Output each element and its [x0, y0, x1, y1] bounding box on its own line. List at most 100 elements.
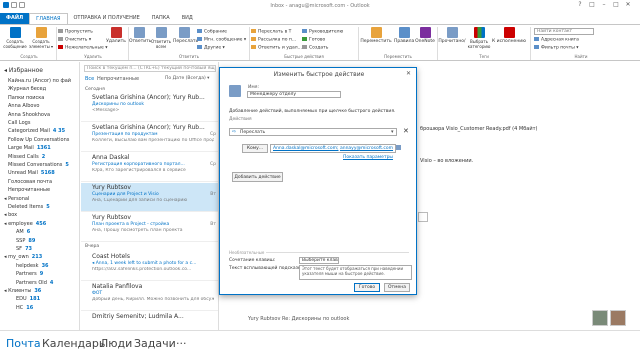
maximize-button[interactable]: □ — [610, 1, 622, 11]
group-header-yesterday[interactable]: Вчера — [85, 244, 99, 249]
quickstep-create[interactable]: Создать — [302, 45, 328, 52]
meeting-button[interactable]: Собрание — [197, 29, 227, 36]
folder-item[interactable]: Unread Mail 5168 — [8, 170, 55, 176]
name-input[interactable]: Менеджеру отделу — [247, 91, 341, 98]
folder-item[interactable]: Partners Old 4 — [16, 280, 53, 286]
folder-item[interactable]: Partners 9 — [16, 271, 43, 277]
search-input[interactable]: Поиск в текущем п... (CTRL+Е) текущий по… — [84, 65, 216, 72]
folder-item[interactable]: Кайна.ru (Ancor) по фай — [8, 78, 71, 84]
remove-action-icon[interactable]: ✕ — [403, 127, 409, 135]
filter-all[interactable]: Все — [85, 76, 94, 82]
folder-item[interactable]: ◂ box — [4, 212, 17, 218]
new-email-button[interactable]: Создать сообщение — [2, 27, 28, 49]
message-item[interactable]: Svetlana Grishina (Ancor); Yury Rub... Пр… — [81, 123, 218, 152]
folder-item[interactable]: Call Logs — [8, 120, 30, 126]
message-item[interactable]: Dmitriy Semenitv; Ludmila A... — [81, 312, 218, 330]
tab-home[interactable]: ГЛАВНАЯ — [29, 13, 68, 24]
cancel-button[interactable]: Отмена — [384, 283, 410, 292]
message-item[interactable]: Yury Rubtsov Сценарии для Project и Visio… — [81, 183, 218, 212]
save-button[interactable]: Готово — [354, 283, 380, 292]
folder-item[interactable]: Anna Albovo — [8, 103, 39, 109]
folder-item[interactable]: AM 6 — [16, 229, 30, 235]
folder-item[interactable]: ◂ Клиенты 36 — [4, 288, 41, 294]
to-button[interactable]: Кому... — [242, 144, 268, 153]
message-item[interactable]: Coast Hotels ◂ Anna, 1 week left to submi… — [81, 252, 218, 281]
show-options-link[interactable]: Показать параметры — [343, 155, 393, 160]
tab-folder[interactable]: ПАПКА — [146, 13, 176, 24]
tooltip-textarea[interactable]: Этот текст будет отображаться при наведе… — [299, 265, 412, 280]
junk-button[interactable]: Нежелательные ▾ — [58, 45, 107, 52]
message-item[interactable]: Yury Rubtsov План проекта в Project - стр… — [81, 213, 218, 242]
attachment-name[interactable]: брошюра Visio_Customer Ready.pdf (4 Мбай… — [420, 126, 537, 132]
folder-item[interactable]: Голосовая почта — [8, 179, 52, 185]
unread-read-button[interactable]: Прочитано/ — [438, 27, 466, 44]
new-items-button[interactable]: Создать элементы ▾ — [28, 27, 54, 49]
shortcut-select[interactable]: Выберите клавиши — [299, 257, 339, 264]
tab-file[interactable]: ФАЙЛ — [0, 13, 30, 24]
nav-more[interactable]: ··· — [176, 337, 187, 350]
folder-item[interactable]: ◂ my_own 213 — [4, 254, 42, 260]
followup-button[interactable]: К исполнению — [492, 27, 526, 44]
folder-item[interactable]: SSP 89 — [16, 238, 35, 244]
delete-button[interactable]: Удалить — [106, 27, 126, 44]
folder-item[interactable]: Журнал бесед — [8, 86, 46, 92]
folder-item[interactable]: helpdesk 36 — [16, 263, 49, 269]
chevron-down-icon[interactable]: ▾ — [391, 129, 394, 135]
filter-unread[interactable]: Непрочитанные — [97, 76, 139, 82]
nav-mail[interactable]: Почта — [6, 337, 41, 350]
ribbon-display-icon[interactable]: □ — [586, 1, 598, 11]
group-header-today[interactable]: Сегодня — [85, 87, 105, 92]
tab-send-receive[interactable]: ОТПРАВКА И ПОЛУЧЕНИЕ — [68, 13, 146, 24]
folder-item[interactable]: Anna Shookhova — [8, 112, 50, 118]
folder-item[interactable]: ◂ Personal — [4, 196, 29, 202]
reply-button[interactable]: Ответить — [129, 27, 151, 44]
message-item[interactable]: Natalia Panfilova ФОТ Добрый день, Кирилл.… — [81, 282, 218, 311]
nav-people[interactable]: Люди — [100, 337, 132, 350]
quickstep-done[interactable]: Готово — [302, 37, 325, 44]
close-icon[interactable]: ✕ — [406, 70, 411, 77]
folder-item[interactable]: Large Mail 1361 — [8, 145, 51, 151]
folder-item[interactable]: HC 16 — [16, 305, 33, 311]
add-action-button[interactable]: Добавить действие — [232, 172, 283, 182]
help-icon[interactable]: ? — [574, 1, 586, 11]
quickstep-mailing[interactable]: Рассылка по п... — [251, 37, 296, 44]
im-button[interactable]: Мгн. сообщение ▾ — [197, 37, 246, 44]
message-item[interactable]: Anna Daskal Регистрация корпоративного по… — [81, 153, 218, 182]
favorites-header[interactable]: ◂ Избранное — [4, 68, 43, 74]
minimize-button[interactable]: – — [598, 1, 610, 11]
more-respond-button[interactable]: Другие ▾ — [197, 45, 225, 52]
folder-item[interactable]: Missed Calls 2 — [8, 154, 45, 160]
checkbox[interactable] — [418, 212, 428, 222]
folder-item[interactable]: Categorized Mail 4 35 — [8, 128, 65, 134]
folder-item[interactable]: EDU 181 — [16, 296, 40, 302]
action-select[interactable]: Переслать — [229, 128, 397, 136]
ignore-button[interactable]: Пропустить — [58, 29, 93, 36]
forward-button[interactable]: Переслать — [173, 27, 198, 44]
sort-dropdown[interactable]: По Дате (Всегда) ▾ — [165, 76, 209, 81]
nav-calendar[interactable]: Календарь — [42, 337, 105, 350]
folder-item[interactable]: Непрочитанные — [8, 187, 50, 193]
close-button[interactable]: ✕ — [622, 1, 634, 11]
quickstep-forward[interactable]: Переслать в Т — [251, 29, 291, 36]
cleanup-button[interactable]: Очистить ▾ — [58, 37, 91, 44]
address-book-icon[interactable] — [396, 145, 401, 150]
onenote-button[interactable]: OneNote — [414, 27, 436, 44]
tab-view[interactable]: ВИД — [176, 13, 199, 24]
rules-button[interactable]: Правила — [394, 27, 414, 44]
folder-item[interactable]: SF 73 — [16, 246, 32, 252]
nav-tasks[interactable]: Задачи — [134, 337, 176, 350]
folder-item[interactable]: Deleted Items 5 — [8, 204, 50, 210]
to-field[interactable]: Anna.daskal@microsoft.com; annayy@micros… — [270, 144, 396, 153]
search-people-input[interactable]: Найти контакт — [534, 28, 594, 35]
folder-item[interactable]: Follow Up Conversations — [8, 137, 69, 143]
filter-mail-button[interactable]: Фильтр почты ▾ — [534, 45, 578, 52]
reply-all-button[interactable]: Ответить всем — [150, 27, 172, 49]
folder-item[interactable]: Missed Conversations 5 — [8, 162, 69, 168]
categorize-button[interactable]: Выбрать категорию — [467, 27, 491, 49]
quickstep-manager[interactable]: Руководителю — [302, 29, 343, 36]
address-book-button[interactable]: Адресная книга — [534, 37, 579, 44]
quickstep-reply-delete[interactable]: Ответить и удал... — [251, 45, 302, 52]
folder-item[interactable]: ◂ employee 456 — [4, 221, 46, 227]
move-button[interactable]: Переместить — [359, 27, 393, 44]
message-item[interactable]: Svetlana Grishina (Ancor); Yury Rub... Ди… — [81, 93, 218, 122]
